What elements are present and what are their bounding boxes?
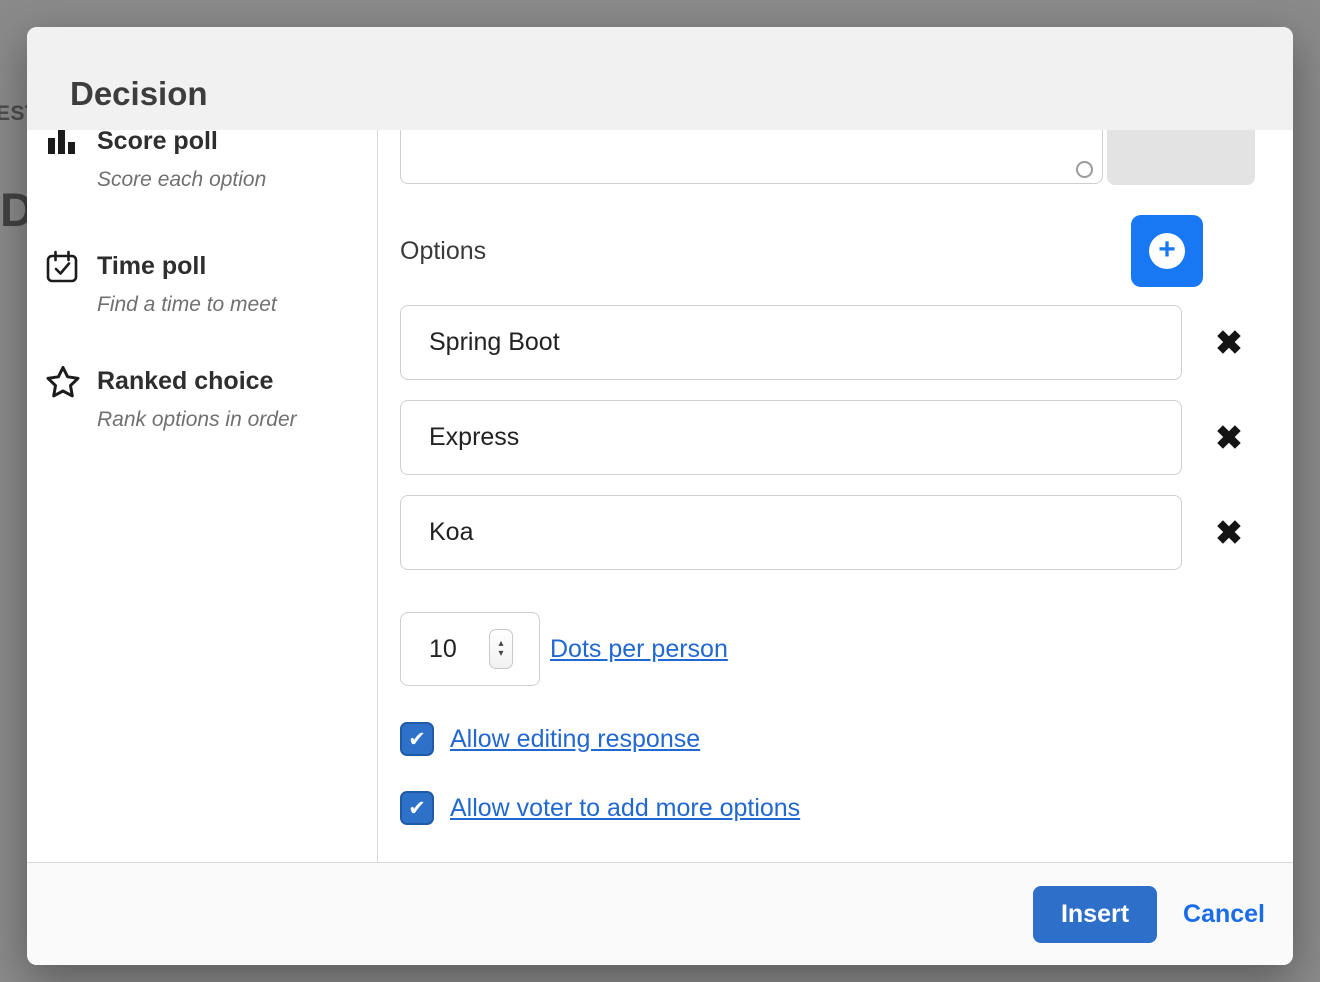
poll-type-sidebar: Score poll Score each option Time poll F… [27, 130, 378, 862]
modal-body: Score poll Score each option Time poll F… [27, 130, 1293, 862]
question-input-partial[interactable] [400, 130, 1103, 184]
sidebar-item-description: Rank options in order [97, 406, 297, 434]
sidebar-item-description: Score each option [97, 166, 266, 194]
clipped-top-row [400, 130, 1293, 185]
poll-settings-panel: Options + ✖ ✖ ✖ ▴ [378, 130, 1293, 862]
option-input-3[interactable] [400, 495, 1182, 570]
sidebar-item-score-poll[interactable]: Score poll Score each option [45, 130, 377, 194]
dots-per-person-label[interactable]: Dots per person [550, 635, 728, 664]
dots-per-person-input[interactable] [401, 635, 465, 664]
star-icon [45, 364, 83, 434]
sidebar-item-description: Find a time to meet [97, 291, 277, 319]
modal-header: Decision [27, 27, 1293, 130]
number-stepper[interactable]: ▴ ▾ [489, 629, 513, 669]
dots-per-person-row: ▴ ▾ Dots per person [400, 612, 1293, 686]
remove-option-icon[interactable]: ✖ [1208, 516, 1250, 549]
insert-button[interactable]: Insert [1033, 886, 1157, 943]
remove-option-icon[interactable]: ✖ [1208, 326, 1250, 359]
option-row: ✖ [400, 305, 1293, 380]
allow-add-options-label[interactable]: Allow voter to add more options [450, 794, 800, 823]
add-option-button[interactable]: + [1131, 215, 1203, 287]
calendar-check-icon [45, 249, 83, 319]
sidebar-item-label: Time poll [97, 249, 277, 283]
options-header: Options + [400, 215, 1203, 287]
modal-title: Decision [70, 75, 208, 113]
remove-option-icon[interactable]: ✖ [1208, 421, 1250, 454]
sidebar-item-label: Score poll [97, 130, 266, 158]
checkmark-icon: ✔ [408, 796, 426, 821]
decision-modal: Decision Score poll Score each option Ti… [27, 27, 1293, 965]
options-label: Options [400, 237, 486, 266]
allow-add-options-row: ✔ Allow voter to add more options [400, 791, 1293, 825]
option-input-2[interactable] [400, 400, 1182, 475]
option-input-1[interactable] [400, 305, 1182, 380]
stepper-down-icon[interactable]: ▾ [498, 649, 503, 659]
bar-chart-icon [45, 130, 83, 194]
duration-toggle-partial[interactable] [1107, 130, 1255, 185]
sidebar-item-ranked-choice[interactable]: Ranked choice Rank options in order [45, 364, 377, 434]
modal-footer: Insert Cancel [27, 862, 1293, 965]
allow-editing-row: ✔ Allow editing response [400, 722, 1293, 756]
allow-add-options-checkbox[interactable]: ✔ [400, 791, 434, 825]
option-row: ✖ [400, 400, 1293, 475]
cancel-button[interactable]: Cancel [1183, 900, 1265, 929]
sidebar-item-label: Ranked choice [97, 364, 297, 398]
clock-icon [1076, 161, 1093, 178]
allow-editing-label[interactable]: Allow editing response [450, 725, 700, 754]
dots-number-field: ▴ ▾ [400, 612, 540, 686]
allow-editing-checkbox[interactable]: ✔ [400, 722, 434, 756]
sidebar-item-time-poll[interactable]: Time poll Find a time to meet [45, 249, 377, 319]
plus-circle-icon: + [1149, 233, 1185, 269]
option-row: ✖ [400, 495, 1293, 570]
checkmark-icon: ✔ [408, 727, 426, 752]
